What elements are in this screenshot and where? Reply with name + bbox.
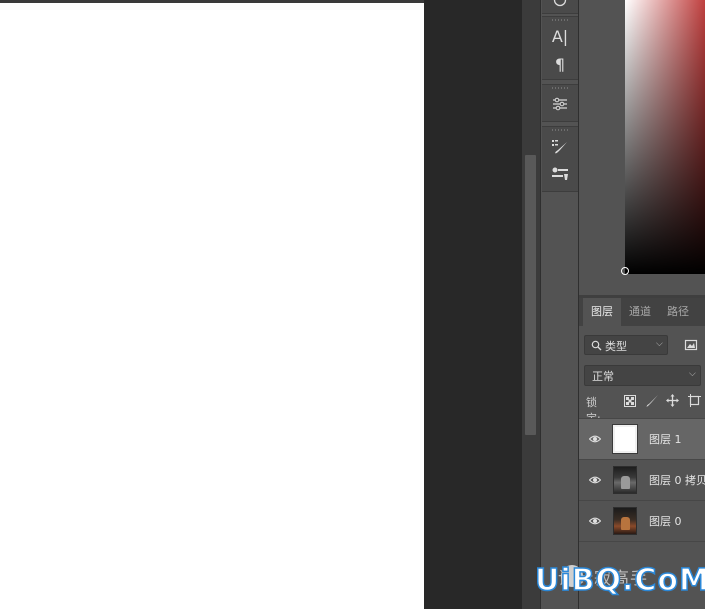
layer-thumbnail: [613, 507, 637, 535]
image-filter-icon[interactable]: [684, 338, 698, 352]
layer-name: 图层 0 拷贝: [649, 474, 705, 487]
search-icon: [591, 340, 602, 351]
layer-name: 图层 1: [649, 433, 682, 446]
blend-mode-dropdown[interactable]: 正常 ⌵: [584, 365, 701, 386]
tool-group-brush: [542, 126, 578, 192]
tool-group-history: [542, 0, 578, 14]
blend-mode-value: 正常: [592, 370, 614, 383]
layer-row-1[interactable]: 图层 1: [579, 419, 705, 459]
lock-artboard-icon[interactable]: [688, 394, 701, 407]
group-grip[interactable]: [552, 129, 568, 131]
color-picker-cursor[interactable]: [621, 267, 629, 275]
panel-icon-strip: A| ¶: [540, 0, 579, 609]
lock-position-icon[interactable]: [666, 394, 679, 407]
tab-channels[interactable]: 通道: [621, 298, 659, 326]
brush-settings-icon[interactable]: [548, 136, 572, 158]
group-grip[interactable]: [552, 87, 568, 89]
document-canvas[interactable]: [0, 3, 424, 609]
filter-label: 类型: [605, 340, 627, 353]
adjustments-icon[interactable]: [548, 93, 572, 115]
tab-paths[interactable]: 路径: [659, 298, 697, 326]
layer-thumbnail: [613, 466, 637, 494]
layer-filter-dropdown[interactable]: 类型 ⌵: [584, 335, 668, 355]
layers-panel-tabs: 图层 通道 路径: [579, 298, 705, 326]
watermark: 设计寂高手 UiBQ.CoM: [533, 560, 705, 609]
lock-transparent-pixels-icon[interactable]: [624, 395, 636, 407]
color-picker-field[interactable]: [625, 0, 705, 274]
tool-group-adjust: [542, 84, 578, 122]
paragraph-icon[interactable]: ¶: [548, 53, 572, 75]
lock-image-pixels-icon[interactable]: [646, 394, 659, 408]
character-icon[interactable]: A|: [548, 25, 572, 47]
group-grip[interactable]: [552, 19, 568, 21]
layer-row-0-copy[interactable]: 图层 0 拷贝: [579, 460, 705, 500]
chevron-down-icon: ⌵: [689, 369, 696, 379]
tab-layers[interactable]: 图层: [583, 298, 621, 326]
eye-icon[interactable]: [589, 433, 601, 445]
watermark-text-en: UiBQ.CoM: [534, 562, 705, 599]
layer-name: 图层 0: [649, 515, 682, 528]
layer-row-0[interactable]: 图层 0: [579, 501, 705, 541]
eye-icon[interactable]: [589, 474, 601, 486]
scrollbar-thumb[interactable]: [525, 155, 536, 435]
tool-presets-icon[interactable]: [548, 163, 572, 185]
history-icon[interactable]: [548, 0, 572, 11]
layer-thumbnail: [612, 424, 638, 454]
chevron-down-icon: ⌵: [656, 339, 663, 349]
tool-group-type: A| ¶: [542, 16, 578, 80]
row-separator: [579, 541, 705, 542]
eye-icon[interactable]: [589, 515, 601, 527]
